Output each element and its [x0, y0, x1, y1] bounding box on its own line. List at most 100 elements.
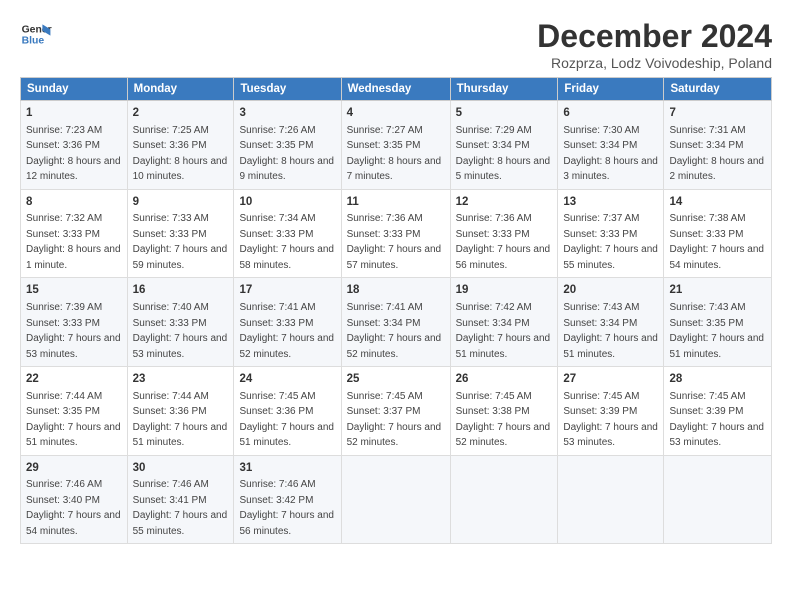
day-number: 20 — [563, 282, 658, 299]
calendar-cell: 14 Sunrise: 7:38 AM Sunset: 3:33 PM Dayligh… — [664, 189, 772, 278]
sunrise-info: Sunrise: 7:43 AM — [669, 302, 745, 313]
sunset-info: Sunset: 3:34 PM — [563, 140, 637, 151]
sunrise-info: Sunrise: 7:39 AM — [26, 302, 102, 313]
sunset-info: Sunset: 3:33 PM — [26, 318, 100, 329]
daylight-info: Daylight: 8 hours and 5 minutes. — [456, 156, 551, 183]
daylight-info: Daylight: 7 hours and 51 minutes. — [133, 422, 228, 449]
daylight-info: Daylight: 8 hours and 10 minutes. — [133, 156, 228, 183]
sunrise-info: Sunrise: 7:45 AM — [239, 391, 315, 402]
day-number: 13 — [563, 194, 658, 211]
calendar-cell — [664, 455, 772, 544]
day-number: 5 — [456, 105, 553, 122]
sunrise-info: Sunrise: 7:25 AM — [133, 125, 209, 136]
day-number: 24 — [239, 371, 335, 388]
daylight-info: Daylight: 7 hours and 51 minutes. — [669, 333, 764, 360]
header: General Blue December 2024 Rozprza, Lodz… — [20, 18, 772, 71]
calendar-body: 1Sunrise: 7:23 AMSunset: 3:36 PMDaylight… — [21, 101, 772, 544]
sunrise-info: Sunrise: 7:31 AM — [669, 125, 745, 136]
sunrise-info: Sunrise: 7:45 AM — [456, 391, 532, 402]
sunrise-info: Sunrise: 7:36 AM — [347, 213, 423, 224]
title-block: December 2024 Rozprza, Lodz Voivodeship,… — [537, 18, 772, 71]
calendar-cell: 29Sunrise: 7:46 AMSunset: 3:40 PMDayligh… — [21, 455, 128, 544]
daylight-info: Daylight: 7 hours and 53 minutes. — [563, 422, 658, 449]
calendar-cell: 8Sunrise: 7:32 AMSunset: 3:33 PMDaylight… — [21, 189, 128, 278]
calendar-cell: 27Sunrise: 7:45 AMSunset: 3:39 PMDayligh… — [558, 367, 664, 456]
day-number: 1 — [26, 105, 122, 122]
subtitle: Rozprza, Lodz Voivodeship, Poland — [537, 55, 772, 71]
daylight-info: Daylight: 7 hours and 58 minutes. — [239, 244, 334, 271]
calendar-cell: 30Sunrise: 7:46 AMSunset: 3:41 PMDayligh… — [127, 455, 234, 544]
day-number: 2 — [133, 105, 229, 122]
daylight-info: Daylight: 7 hours and 52 minutes. — [347, 333, 442, 360]
sunset-info: Sunset: 3:33 PM — [239, 229, 313, 240]
daylight-info: Daylight: 7 hours and 54 minutes. — [26, 510, 121, 537]
day-number: 28 — [669, 371, 766, 388]
calendar-cell: 3Sunrise: 7:26 AMSunset: 3:35 PMDaylight… — [234, 101, 341, 190]
sunset-info: Sunset: 3:34 PM — [669, 140, 743, 151]
daylight-info: Daylight: 7 hours and 54 minutes. — [669, 244, 764, 271]
calendar-cell: 18Sunrise: 7:41 AMSunset: 3:34 PMDayligh… — [341, 278, 450, 367]
sunrise-info: Sunrise: 7:32 AM — [26, 213, 102, 224]
daylight-info: Daylight: 7 hours and 53 minutes. — [669, 422, 764, 449]
daylight-info: Daylight: 7 hours and 53 minutes. — [26, 333, 121, 360]
calendar-cell — [558, 455, 664, 544]
sunrise-info: Sunrise: 7:41 AM — [347, 302, 423, 313]
sunset-info: Sunset: 3:37 PM — [347, 406, 421, 417]
sunrise-info: Sunrise: 7:36 AM — [456, 213, 532, 224]
daylight-info: Daylight: 8 hours and 1 minute. — [26, 244, 121, 271]
daylight-info: Daylight: 7 hours and 52 minutes. — [347, 422, 442, 449]
sunset-info: Sunset: 3:35 PM — [239, 140, 313, 151]
day-number: 27 — [563, 371, 658, 388]
sunrise-info: Sunrise: 7:34 AM — [239, 213, 315, 224]
sunset-info: Sunset: 3:36 PM — [26, 140, 100, 151]
calendar-week-5: 29Sunrise: 7:46 AMSunset: 3:40 PMDayligh… — [21, 455, 772, 544]
calendar-cell: 20Sunrise: 7:43 AMSunset: 3:34 PMDayligh… — [558, 278, 664, 367]
sunrise-info: Sunrise: 7:45 AM — [669, 391, 745, 402]
sunset-info: Sunset: 3:34 PM — [456, 140, 530, 151]
sunrise-info: Sunrise: 7:44 AM — [133, 391, 209, 402]
calendar-cell: 19Sunrise: 7:42 AMSunset: 3:34 PMDayligh… — [450, 278, 558, 367]
calendar-cell: 6Sunrise: 7:30 AMSunset: 3:34 PMDaylight… — [558, 101, 664, 190]
sunset-info: Sunset: 3:35 PM — [26, 406, 100, 417]
sunrise-info: Sunrise: 7:29 AM — [456, 125, 532, 136]
sunrise-info: Sunrise: 7:46 AM — [133, 479, 209, 490]
calendar-week-1: 1Sunrise: 7:23 AMSunset: 3:36 PMDaylight… — [21, 101, 772, 190]
day-number: 11 — [347, 194, 445, 211]
svg-text:Blue: Blue — [22, 36, 45, 47]
col-saturday: Saturday — [664, 78, 772, 101]
calendar-cell: 22Sunrise: 7:44 AMSunset: 3:35 PMDayligh… — [21, 367, 128, 456]
daylight-info: Daylight: 7 hours and 56 minutes. — [239, 510, 334, 537]
logo: General Blue — [20, 18, 52, 50]
col-tuesday: Tuesday — [234, 78, 341, 101]
sunrise-info: Sunrise: 7:44 AM — [26, 391, 102, 402]
main-title: December 2024 — [537, 18, 772, 55]
col-thursday: Thursday — [450, 78, 558, 101]
daylight-info: Daylight: 7 hours and 52 minutes. — [239, 333, 334, 360]
daylight-info: Daylight: 8 hours and 12 minutes. — [26, 156, 121, 183]
sunset-info: Sunset: 3:34 PM — [563, 318, 637, 329]
calendar-week-4: 22Sunrise: 7:44 AMSunset: 3:35 PMDayligh… — [21, 367, 772, 456]
day-number: 16 — [133, 282, 229, 299]
daylight-info: Daylight: 7 hours and 55 minutes. — [563, 244, 658, 271]
sunset-info: Sunset: 3:33 PM — [669, 229, 743, 240]
day-number: 18 — [347, 282, 445, 299]
calendar-table: Sunday Monday Tuesday Wednesday Thursday… — [20, 77, 772, 544]
sunrise-info: Sunrise: 7:38 AM — [669, 213, 745, 224]
calendar-cell: 25Sunrise: 7:45 AMSunset: 3:37 PMDayligh… — [341, 367, 450, 456]
day-number: 9 — [133, 194, 229, 211]
page: General Blue December 2024 Rozprza, Lodz… — [0, 0, 792, 554]
daylight-info: Daylight: 7 hours and 51 minutes. — [239, 422, 334, 449]
calendar-cell: 17Sunrise: 7:41 AMSunset: 3:33 PMDayligh… — [234, 278, 341, 367]
calendar-cell: 15Sunrise: 7:39 AMSunset: 3:33 PMDayligh… — [21, 278, 128, 367]
calendar-cell: 31Sunrise: 7:46 AMSunset: 3:42 PMDayligh… — [234, 455, 341, 544]
daylight-info: Daylight: 7 hours and 59 minutes. — [133, 244, 228, 271]
day-number: 19 — [456, 282, 553, 299]
sunrise-info: Sunrise: 7:27 AM — [347, 125, 423, 136]
day-number: 17 — [239, 282, 335, 299]
calendar-cell — [341, 455, 450, 544]
day-number: 14 — [669, 194, 766, 211]
day-number: 12 — [456, 194, 553, 211]
sunrise-info: Sunrise: 7:46 AM — [26, 479, 102, 490]
sunset-info: Sunset: 3:33 PM — [563, 229, 637, 240]
day-number: 6 — [563, 105, 658, 122]
